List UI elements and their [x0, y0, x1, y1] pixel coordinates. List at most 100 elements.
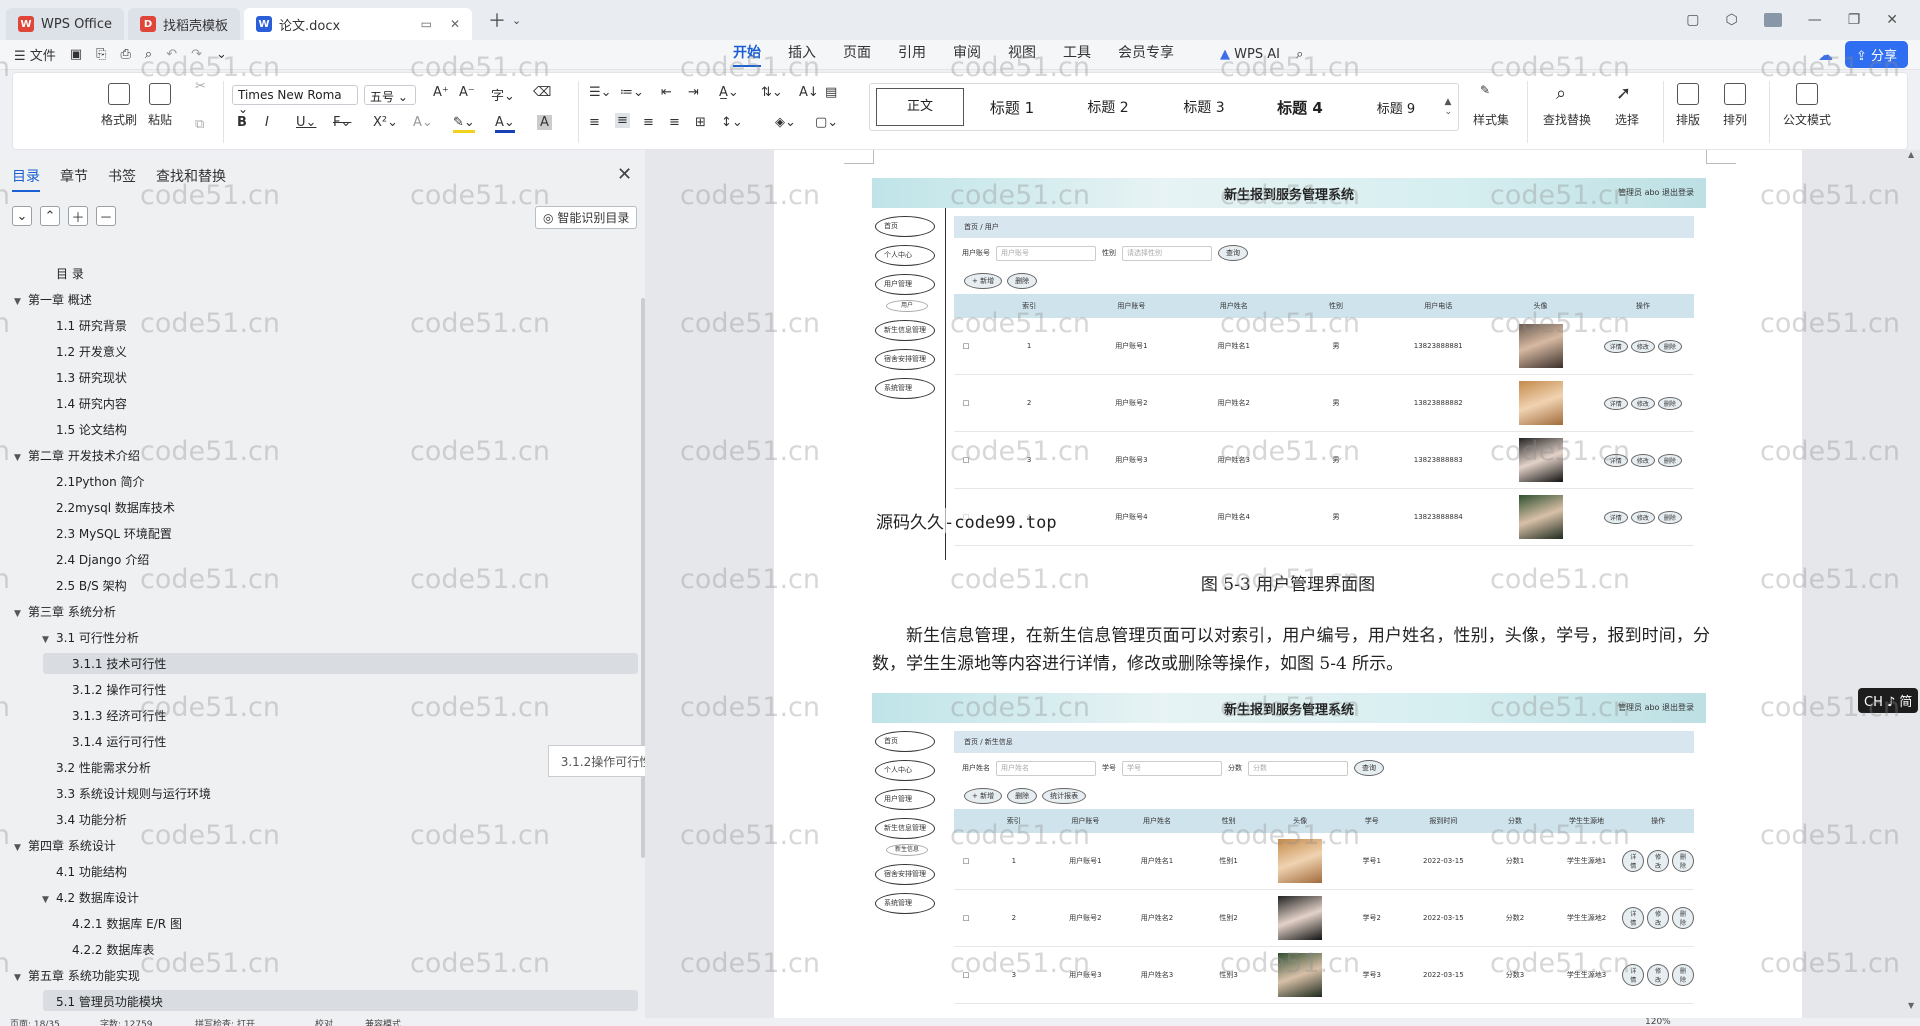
toc-item[interactable]: 3.1.4 运行可行性	[72, 732, 166, 753]
document-scrollbar[interactable]: ▲ ▼	[1908, 150, 1916, 1010]
highlight-icon[interactable]: ✎⌄	[453, 115, 475, 133]
scroll-up-icon[interactable]: ▲	[1908, 150, 1914, 159]
menu-insert[interactable]: 插入	[788, 42, 816, 67]
input-method-badge[interactable]: CH ♪ 简	[1858, 688, 1919, 713]
toc-item[interactable]: 2.3 MySQL 环境配置	[56, 524, 172, 545]
show-marks-icon[interactable]: ▤	[825, 85, 837, 100]
toc-item[interactable]: ▼ 第二章 开发技术介绍	[14, 446, 140, 467]
undo-icon[interactable]: ↶	[166, 47, 177, 62]
more-chevron-icon[interactable]: ⌄	[216, 47, 227, 62]
toc-item[interactable]: 2.1Python 简介	[56, 472, 145, 493]
file-menu[interactable]: ☰ 文件	[14, 45, 56, 64]
phonetic-icon[interactable]: 字⌄	[491, 85, 515, 104]
toc-item[interactable]: 2.2mysql 数据库技术	[56, 498, 175, 519]
figure-user-management[interactable]: 新生报到服务管理系统 管理员 abo 退出登录 首页 个人中心 用户管理 用户 …	[872, 178, 1706, 560]
toc-item[interactable]: 1.3 研究现状	[56, 368, 127, 389]
style-heading-4[interactable]: 标题 4	[1252, 97, 1348, 118]
restore-tab-icon[interactable]: ▭	[421, 17, 432, 31]
toc-item[interactable]: 2.5 B/S 架构	[56, 576, 127, 597]
toc-item[interactable]: 3.1.3 经济可行性	[72, 706, 166, 727]
align-center-icon[interactable]: ≡	[615, 113, 630, 128]
toc-item[interactable]: ▼ 3.1 可行性分析	[42, 628, 139, 649]
decrease-indent-icon[interactable]: ⇤	[661, 85, 672, 100]
tab-find-replace[interactable]: 查找和替换	[156, 166, 226, 192]
border-icon[interactable]: ▢⌄	[815, 115, 838, 130]
close-tab-icon[interactable]: ✕	[450, 17, 460, 31]
print-icon[interactable]: ⎙	[121, 47, 131, 62]
collapse-icon[interactable]: ⌄	[12, 206, 32, 226]
toc-item[interactable]: 5.1 管理员功能模块	[56, 992, 163, 1013]
expand-caret-icon[interactable]: ▼	[14, 448, 28, 469]
distribute-icon[interactable]: ⊞	[695, 115, 706, 130]
cut-icon[interactable]: ✂	[195, 79, 206, 94]
char-shading-icon[interactable]: A	[537, 115, 552, 130]
cube-icon[interactable]: ⬡	[1725, 12, 1737, 28]
scroll-down-icon[interactable]: ▼	[1908, 1001, 1914, 1010]
toc-item[interactable]: 4.1 功能结构	[56, 862, 127, 883]
shading-icon[interactable]: ◈⌄	[775, 115, 796, 130]
align-left-icon[interactable]: ≡	[589, 115, 600, 130]
style-heading-9[interactable]: 标题 9	[1348, 98, 1444, 117]
toc-item[interactable]: 目 录	[56, 264, 84, 285]
tab-chapters[interactable]: 章节	[60, 166, 88, 192]
arrange-button[interactable]: 排列	[1723, 83, 1747, 128]
bold-icon[interactable]: B	[237, 115, 247, 130]
style-gallery-scroll-icon[interactable]: ▲ ⌄	[1444, 97, 1452, 117]
toc-item[interactable]: 2.4 Django 介绍	[56, 550, 149, 571]
toc-item[interactable]: 3.1.2 操作可行性	[72, 680, 166, 701]
document-area[interactable]: ⋮⋮ 新生报到服务管理系统 管理员 abo 退出登录 首页 个人中心 用户管理 …	[645, 150, 1920, 1018]
select-button[interactable]: ➚ 选择	[1615, 83, 1639, 128]
clear-format-icon[interactable]: ⌫	[533, 85, 551, 100]
redo-icon[interactable]: ↷	[191, 47, 202, 62]
remove-heading-icon[interactable]: －	[96, 206, 116, 226]
expand-caret-icon[interactable]: ▼	[42, 630, 56, 651]
menu-references[interactable]: 引用	[898, 42, 926, 67]
expand-caret-icon[interactable]: ▼	[14, 968, 28, 989]
format-painter-button[interactable]: 格式刷	[101, 83, 137, 128]
avatar[interactable]	[1763, 13, 1782, 27]
justify-icon[interactable]: ≡	[669, 115, 680, 130]
tab-document[interactable]: W 论文.docx ▭ ✕	[244, 8, 473, 40]
expand-caret-icon[interactable]: ▼	[14, 604, 28, 625]
align-right-icon[interactable]: ≡	[643, 115, 654, 130]
toc-item[interactable]: 1.4 研究内容	[56, 394, 127, 415]
underline-icon[interactable]: U⌄	[296, 115, 316, 130]
superscript-icon[interactable]: X²⌄	[373, 115, 398, 130]
text-effect-icon[interactable]: A⌄	[413, 115, 433, 130]
new-tab-icon[interactable]: ＋	[488, 7, 506, 33]
menu-tools[interactable]: 工具	[1063, 42, 1091, 67]
paste-button[interactable]: 粘贴	[148, 83, 172, 128]
layout-button[interactable]: 排版	[1676, 83, 1700, 128]
toc-item[interactable]: 3.1.1 技术可行性	[72, 654, 166, 675]
menu-review[interactable]: 审阅	[953, 42, 981, 67]
print-preview-icon[interactable]: ⌕	[145, 47, 152, 62]
toc-item[interactable]: ▼ 第三章 系统分析	[14, 602, 116, 623]
text-direction-icon[interactable]: A̲⌄	[719, 85, 739, 100]
toc-item[interactable]: 4.2.2 数据库表	[72, 940, 154, 961]
style-normal[interactable]: 正文	[876, 88, 964, 126]
wps-ai-button[interactable]: ▲ WPS AI ⌕	[1220, 47, 1303, 62]
line-spacing-icon[interactable]: ↕⌄	[721, 115, 743, 130]
window-layout-icon[interactable]: ▢	[1686, 12, 1699, 28]
bullet-list-icon[interactable]: ☰⌄	[589, 85, 612, 100]
toc-item[interactable]: 3.3 系统设计规则与运行环境	[56, 784, 211, 805]
italic-icon[interactable]: I	[265, 115, 269, 130]
maximize-icon[interactable]: ❐	[1848, 12, 1861, 28]
word-count[interactable]: 字数: 12759	[100, 1018, 153, 1026]
menu-page[interactable]: 页面	[843, 42, 871, 67]
toc-item[interactable]: 3.4 功能分析	[56, 810, 127, 831]
style-heading-1[interactable]: 标题 1	[964, 97, 1060, 118]
save-icon[interactable]: ▣	[70, 47, 82, 62]
font-size-select[interactable]: 五号 ⌄	[364, 85, 416, 105]
official-mode-button[interactable]: 公文模式	[1783, 83, 1831, 128]
sort-az-icon[interactable]: A↓	[799, 85, 819, 100]
close-window-icon[interactable]: ✕	[1886, 12, 1898, 28]
page-count[interactable]: 页面: 18/35	[10, 1018, 60, 1026]
grow-font-icon[interactable]: A⁺	[433, 85, 449, 100]
tab-docer-templates[interactable]: D 找稻壳模板	[128, 8, 241, 40]
minimize-icon[interactable]: —	[1808, 12, 1822, 28]
toc-item[interactable]: 4.2.1 数据库 E/R 图	[72, 914, 182, 935]
smart-toc-button[interactable]: ◎ 智能识别目录	[535, 206, 638, 229]
menu-member[interactable]: 会员专享	[1118, 42, 1174, 67]
spell-check-status[interactable]: 拼写检查: 打开	[195, 1018, 255, 1026]
